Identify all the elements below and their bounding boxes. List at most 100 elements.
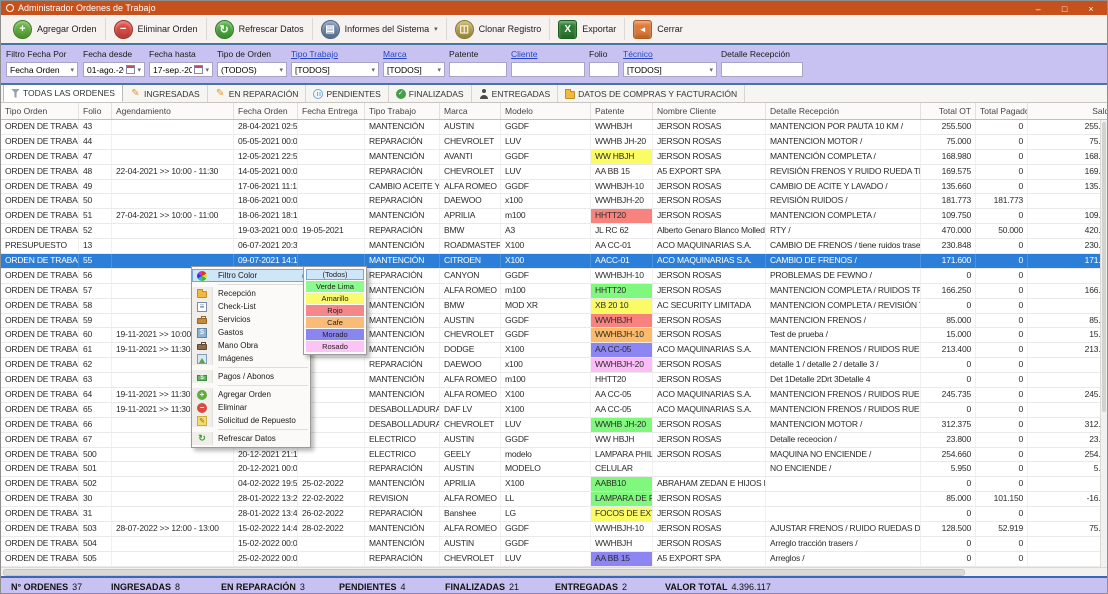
table-row[interactable]: ORDEN DE TRABAJO4405-05-2021 00:00REPARA… [1, 135, 1107, 150]
table-row[interactable]: ORDEN DE TRABAJO66DESABOLLADURA Y PI...C… [1, 418, 1107, 433]
column-header-fecha-orden[interactable]: Fecha Orden [234, 103, 298, 119]
column-header-nombre-cliente[interactable]: Nombre Cliente [653, 103, 766, 119]
filter-dropdown-filtro-fecha-por[interactable]: Fecha Orden▾ [6, 62, 78, 77]
toolbar-button-refrescar-datos[interactable]: ↻Refrescar Datos [207, 17, 312, 41]
table-row[interactable]: ORDEN DE TRABAJO50204-02-2022 19:5625-02… [1, 477, 1107, 492]
color-option-verde-lima[interactable]: Verde Lima [306, 281, 364, 292]
column-header-tipo-trabajo[interactable]: Tipo Trabajo [365, 103, 440, 119]
column-header-tipo-orden[interactable]: Tipo Orden [1, 103, 79, 119]
filter-label-tecnico[interactable]: Técnico [623, 49, 717, 59]
toolbar-button-informes-del-sistema[interactable]: ▤Informes del Sistema▾ [313, 17, 446, 41]
close-button[interactable]: × [1080, 2, 1102, 16]
table-row[interactable]: ORDEN DE TRABAJO5018-06-2021 00:00REPARA… [1, 194, 1107, 209]
filter-dropdown-tipo-de-orden[interactable]: (TODOS)▾ [217, 62, 287, 77]
column-header-total-ot[interactable]: Total OT [921, 103, 976, 119]
column-header-total-pagado[interactable]: Total Pagado [976, 103, 1028, 119]
menu-item-gastos[interactable]: Gastos [192, 326, 310, 339]
table-row[interactable]: ORDEN DE TRABAJO50328-07-2022 >> 12:00 -… [1, 522, 1107, 537]
toolbar-button-agregar-orden[interactable]: +Agregar Orden [5, 17, 105, 41]
color-option-amarillo[interactable]: Amarillo [306, 293, 364, 304]
menu-item-mano-obra[interactable]: Mano Obra [192, 339, 310, 352]
menu-item-filtro-color[interactable]: Filtro Color▸ [192, 269, 310, 282]
column-header-detalle-recepci-n[interactable]: Detalle Recepción [766, 103, 921, 119]
tab-en-reparacion[interactable]: EN REPARACIÓN [208, 85, 307, 102]
color-option-rojo[interactable]: Rojo [306, 305, 364, 316]
table-row[interactable]: ORDEN DE TRABAJO3028-01-2022 13:2422-02-… [1, 492, 1107, 507]
horizontal-scrollbar[interactable] [1, 567, 1107, 576]
filter-datepicker-fecha-hasta[interactable]: 17-sep.-2022▾ [149, 62, 213, 77]
filter-input-detalle-recepcion[interactable] [721, 62, 803, 77]
menu-item-servicios[interactable]: Servicios [192, 313, 310, 326]
table-row[interactable]: ORDEN DE TRABAJO4712-05-2021 22:57MANTEN… [1, 150, 1107, 165]
column-header-folio[interactable]: Folio [79, 103, 112, 119]
filter-datepicker-fecha-desde[interactable]: 01-ago.-2020▾ [83, 62, 145, 77]
toolbar-button-cerrar[interactable]: ◄Cerrar [625, 17, 691, 41]
table-row[interactable]: ORDEN DE TRABAJO58MANTENCIÓNBMWMOD XRXB … [1, 299, 1107, 314]
minimize-button[interactable]: – [1027, 2, 1049, 16]
toolbar-button-clonar-registro[interactable]: ◫Clonar Registro [447, 17, 550, 41]
table-row[interactable]: ORDEN DE TRABAJO4917-06-2021 11:14CAMBIO… [1, 180, 1107, 195]
filter-input-patente[interactable] [449, 62, 507, 77]
menu-item-solicitud-de-repuesto[interactable]: Solicitud de Repuesto [192, 414, 310, 427]
menu-item-im-genes[interactable]: Imágenes [192, 352, 310, 365]
tab-entregadas[interactable]: ENTREGADAS [472, 85, 559, 102]
table-row[interactable]: ORDEN DE TRABAJO6119-11-2021 >> 11:30 - … [1, 343, 1107, 358]
table-row[interactable]: ORDEN DE TRABAJO50525-02-2022 00:00REPAR… [1, 552, 1107, 567]
filter-label-marca[interactable]: Marca [383, 49, 445, 59]
menu-item-check-list[interactable]: Check-List [192, 300, 310, 313]
filter-dropdown-tecnico[interactable]: [TODOS]▾ [623, 62, 717, 77]
table-row[interactable]: ORDEN DE TRABAJO50020-12-2021 21:19ELECT… [1, 448, 1107, 463]
table-row[interactable]: ORDEN DE TRABAJO5127-04-2021 >> 10:00 - … [1, 209, 1107, 224]
tab-ingresadas[interactable]: INGRESADAS [123, 85, 208, 102]
toolbar-button-exportar[interactable]: XExportar [550, 17, 624, 41]
table-row[interactable]: ORDEN DE TRABAJO63MANTENCIÓNALFA ROMEOm1… [1, 373, 1107, 388]
filter-label-cliente[interactable]: Cliente [511, 49, 585, 59]
color-option-morado[interactable]: Morado [306, 329, 364, 340]
table-row[interactable]: ORDEN DE TRABAJO62REPARACIÓNDAEWOOx100WW… [1, 358, 1107, 373]
table-cell: 0 [921, 373, 976, 387]
menu-item-recepci-n[interactable]: Recepción [192, 287, 310, 300]
table-row[interactable]: ORDEN DE TRABAJO4328-04-2021 02:51MANTEN… [1, 120, 1107, 135]
table-row[interactable]: ORDEN DE TRABAJO50120-12-2021 00:00REPAR… [1, 462, 1107, 477]
filter-input-folio[interactable] [589, 62, 619, 77]
filter-label-tipo-trabajo[interactable]: Tipo Trabajo [291, 49, 379, 59]
column-header-saldo[interactable]: Saldo [1028, 103, 1107, 119]
color-option-todos[interactable]: (Todos) [306, 269, 364, 280]
table-row[interactable]: ORDEN DE TRABAJO6519-11-2021 >> 11:30 - … [1, 403, 1107, 418]
vertical-scrollbar[interactable] [1100, 120, 1107, 567]
tab-finalizadas[interactable]: FINALIZADAS [389, 85, 472, 102]
table-row[interactable]: ORDEN DE TRABAJO4822-04-2021 >> 10:00 - … [1, 165, 1107, 180]
table-row[interactable]: ORDEN DE TRABAJO6701-12-2021 00:00ELECTR… [1, 433, 1107, 448]
menu-item-pagos-abonos[interactable]: Pagos / Abonos [192, 370, 310, 383]
column-header-marca[interactable]: Marca [440, 103, 501, 119]
column-header-patente[interactable]: Patente [591, 103, 653, 119]
table-row[interactable]: ORDEN DE TRABAJO6019-11-2021 >> 10:00 - … [1, 328, 1107, 343]
color-option-cafe[interactable]: Cafe [306, 317, 364, 328]
table-row[interactable]: ORDEN DE TRABAJO6419-11-2021 >> 11:30 - … [1, 388, 1107, 403]
table-row[interactable]: ORDEN DE TRABAJO56REPARACIÓNCANYONGGDFWW… [1, 269, 1107, 284]
filter-dropdown-marca[interactable]: [TODOS]▾ [383, 62, 445, 77]
table-row[interactable]: ORDEN DE TRABAJO57MANTENCIÓNALFA ROMEOm1… [1, 284, 1107, 299]
table-row[interactable]: ORDEN DE TRABAJO5509-07-2021 14:14MANTEN… [1, 254, 1107, 269]
table-row[interactable]: ORDEN DE TRABAJO59MANTENCIÓNAUSTINGGDFWW… [1, 314, 1107, 329]
tab-pendientes[interactable]: PENDIENTES [306, 85, 388, 102]
menu-item-eliminar[interactable]: Eliminar [192, 401, 310, 414]
table-row[interactable]: PRESUPUESTO1306-07-2021 20:32MANTENCIÓNR… [1, 239, 1107, 254]
column-header-modelo[interactable]: Modelo [501, 103, 591, 119]
maximize-button[interactable]: □ [1054, 2, 1076, 16]
vertical-scrollbar-thumb[interactable] [1102, 122, 1106, 412]
toolbar-button-eliminar-orden[interactable]: −Eliminar Orden [106, 17, 206, 41]
table-row[interactable]: ORDEN DE TRABAJO3128-01-2022 13:4626-02-… [1, 507, 1107, 522]
menu-item-agregar-orden[interactable]: Agregar Orden [192, 388, 310, 401]
filter-dropdown-tipo-trabajo[interactable]: [TODOS]▾ [291, 62, 379, 77]
tab-datos-de-compras-y-facturacion[interactable]: DATOS DE COMPRAS Y FACTURACIÓN [558, 85, 745, 102]
column-header-agendamiento[interactable]: Agendamiento [112, 103, 234, 119]
horizontal-scrollbar-thumb[interactable] [3, 569, 965, 576]
menu-item-refrescar-datos[interactable]: Refrescar Datos [192, 432, 310, 445]
color-option-rosado[interactable]: Rosado [306, 341, 364, 352]
column-header-fecha-entrega[interactable]: Fecha Entrega [298, 103, 365, 119]
tab-todas-las-ordenes[interactable]: TODAS LAS ORDENES [3, 84, 123, 102]
table-row[interactable]: ORDEN DE TRABAJO50415-02-2022 00:00MANTE… [1, 537, 1107, 552]
table-row[interactable]: ORDEN DE TRABAJO5219-03-2021 00:0019-05-… [1, 224, 1107, 239]
filter-input-cliente[interactable] [511, 62, 585, 77]
